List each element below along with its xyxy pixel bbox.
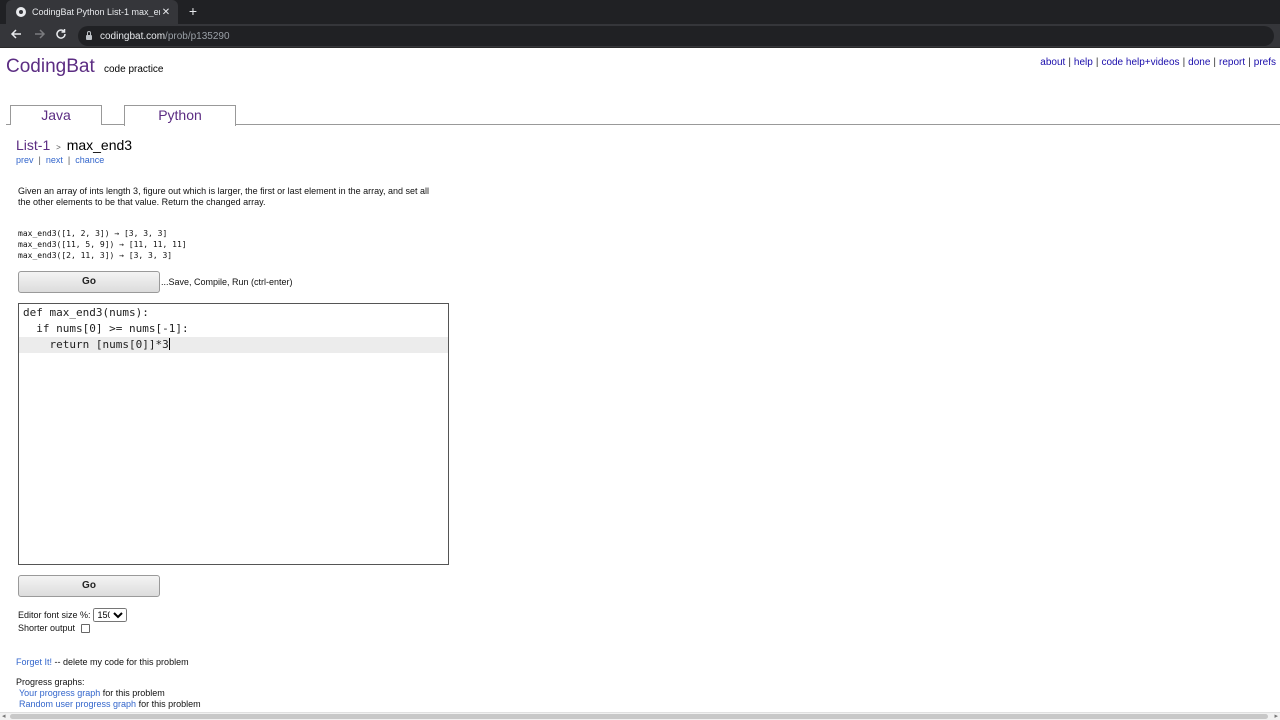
code-editor[interactable]: def max_end3(nums): if nums[0] >= nums[-… xyxy=(18,303,449,565)
tab-python[interactable]: Python xyxy=(124,105,236,126)
scroll-left-icon[interactable]: ◂ xyxy=(2,712,6,720)
problem-title: max_end3 xyxy=(66,137,133,153)
globe-icon xyxy=(16,7,26,17)
horizontal-scrollbar[interactable]: ◂ ▸ xyxy=(0,712,1280,720)
tab-java[interactable]: Java xyxy=(10,105,102,125)
address-bar[interactable]: codingbat.com/prob/p135290 xyxy=(78,26,1274,46)
report-link[interactable]: report xyxy=(1219,57,1245,68)
code-help-videos-link[interactable]: code help+videos xyxy=(1101,57,1179,68)
editor-font-size-label: Editor font size %: xyxy=(18,610,91,620)
nav-separator: | xyxy=(67,155,71,165)
breadcrumb-section-link[interactable]: List-1 xyxy=(16,137,50,153)
problem-nav: prev | next | chance xyxy=(16,155,104,165)
editor-font-size-row: Editor font size %: 150 xyxy=(18,608,127,622)
link-separator: | xyxy=(1068,57,1071,68)
shorter-output-checkbox[interactable] xyxy=(81,623,91,633)
scroll-right-icon[interactable]: ▸ xyxy=(1274,712,1278,720)
link-separator: | xyxy=(1095,57,1099,68)
go-hint: ...Save, Compile, Run (ctrl-enter) xyxy=(161,277,293,287)
examples-list: max_end3([1, 2, 3]) → [3, 3, 3] max_end3… xyxy=(18,228,187,261)
link-separator: | xyxy=(1248,57,1251,68)
url-path: /prob/p135290 xyxy=(165,30,230,42)
reload-icon[interactable] xyxy=(53,28,69,44)
example-line: max_end3([1, 2, 3]) → [3, 3, 3] xyxy=(18,229,168,238)
about-link[interactable]: about xyxy=(1040,57,1065,68)
breadcrumb: List-1 > max_end3 xyxy=(16,137,132,153)
chance-link[interactable]: chance xyxy=(75,155,104,165)
browser-toolbar: codingbat.com/prob/p135290 xyxy=(0,24,1280,48)
problem-description: Given an array of ints length 3, figure … xyxy=(18,186,430,207)
scrollbar-thumb[interactable] xyxy=(10,714,1268,719)
link-separator: | xyxy=(1182,57,1186,68)
done-link[interactable]: done xyxy=(1188,57,1210,68)
random-user-progress-graph-link[interactable]: Random user progress graph xyxy=(19,699,136,709)
progress-text: for this problem xyxy=(100,688,165,698)
link-separator: | xyxy=(1213,57,1217,68)
site-tagline: code practice xyxy=(104,64,164,75)
shorter-output-row: Shorter output xyxy=(18,623,91,633)
lock-icon xyxy=(86,31,92,40)
browser-tab-strip: CodingBat Python List-1 max_en ✕ + xyxy=(0,0,1280,24)
top-links: about | help | code help+videos | done | report |… xyxy=(1040,57,1276,68)
shorter-output-label: Shorter output xyxy=(18,623,76,633)
progress-line: Random user progress graph for this prob… xyxy=(19,699,201,709)
code-line-3: return [nums[0]]*3 xyxy=(19,337,448,353)
page-content: CodingBat code practice about | help | code … xyxy=(0,48,1280,712)
example-line: max_end3([11, 5, 9]) → [11, 11, 11] xyxy=(18,240,187,249)
forget-it-link[interactable]: Forget It! xyxy=(16,657,52,667)
browser-tab[interactable]: CodingBat Python List-1 max_en ✕ xyxy=(6,0,178,24)
close-tab-icon[interactable]: ✕ xyxy=(160,7,172,18)
browser-tab-title: CodingBat Python List-1 max_en xyxy=(32,7,160,17)
code-line-2: if nums[0] >= nums[-1]: xyxy=(23,322,189,335)
help-link[interactable]: help xyxy=(1074,57,1093,68)
nav-separator: | xyxy=(38,155,41,165)
breadcrumb-arrow: > xyxy=(56,143,61,152)
editor-font-size-select[interactable]: 150 xyxy=(92,608,127,622)
prev-link[interactable]: prev xyxy=(16,155,34,165)
progress-graphs-label: Progress graphs: xyxy=(16,677,85,687)
back-arrow-icon[interactable] xyxy=(8,28,24,44)
go-button-bottom[interactable]: Go xyxy=(18,575,160,597)
code-line-3-text: return [nums[0]]*3 xyxy=(23,338,169,351)
your-progress-graph-link[interactable]: Your progress graph xyxy=(19,688,100,698)
progress-line: Your progress graph for this problem xyxy=(19,688,165,698)
forget-row: Forget It! -- delete my code for this pr… xyxy=(16,657,189,667)
new-tab-button[interactable]: + xyxy=(185,3,201,19)
progress-text: for this problem xyxy=(136,699,201,709)
text-cursor xyxy=(168,338,170,350)
prefs-link[interactable]: prefs xyxy=(1254,57,1276,68)
next-link[interactable]: next xyxy=(46,155,63,165)
code-line-1: def max_end3(nums): xyxy=(23,306,149,319)
url-host: codingbat.com xyxy=(100,30,166,42)
forget-text: -- delete my code for this problem xyxy=(52,657,189,667)
example-line: max_end3([2, 11, 3]) → [3, 3, 3] xyxy=(18,251,173,260)
go-button-top[interactable]: Go xyxy=(18,271,160,293)
site-logo[interactable]: CodingBat xyxy=(6,56,95,78)
forward-arrow-icon[interactable] xyxy=(32,28,48,44)
